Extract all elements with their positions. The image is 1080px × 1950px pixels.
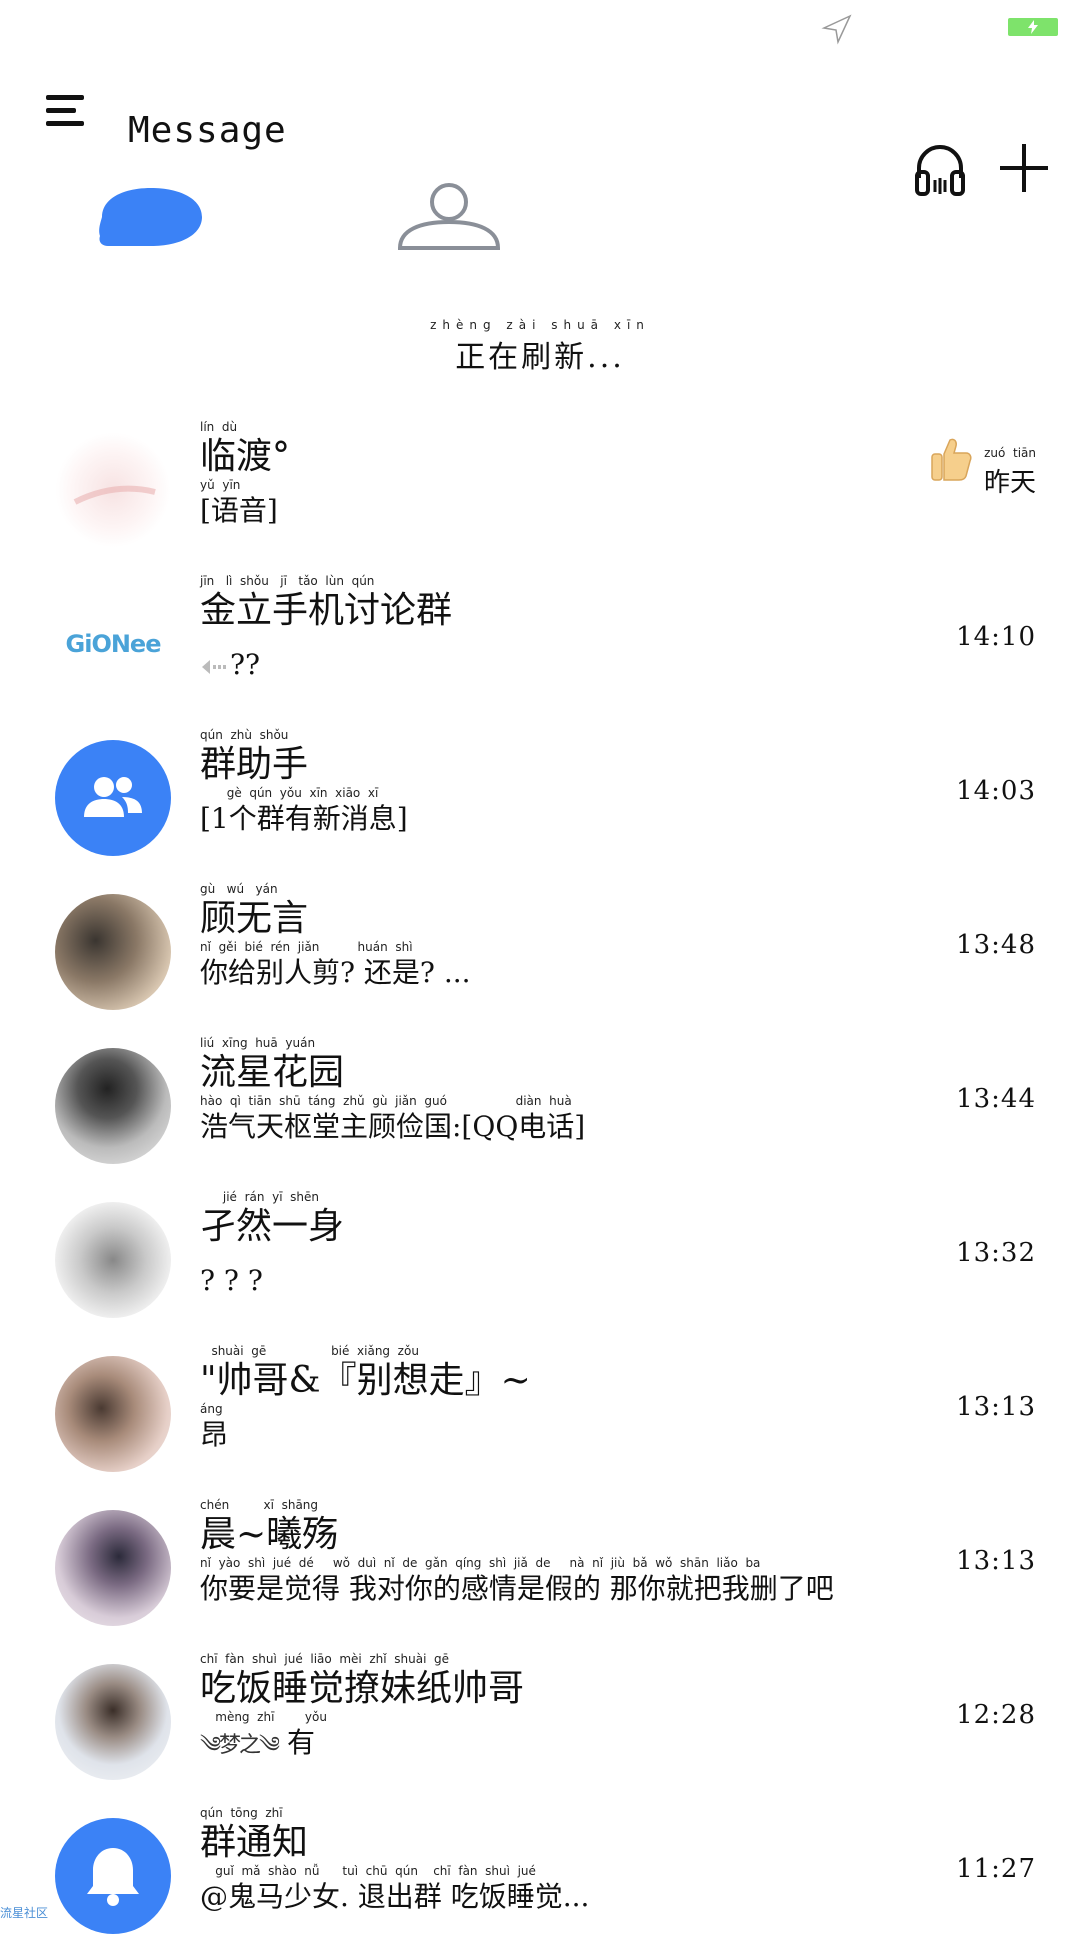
- avatar: [55, 1510, 171, 1626]
- headset-icon[interactable]: [913, 140, 967, 198]
- conversation-item[interactable]: jié rán yī shēn 孑然一身 ? ? ? 13:32: [0, 1180, 1080, 1334]
- add-icon[interactable]: [998, 142, 1050, 194]
- message-sticker-text: ༄梦之༄: [200, 1733, 280, 1758]
- avatar-logo-text: GiONee: [65, 630, 162, 658]
- message-preview: 浩气天枢堂主顾俭国:[QQ电话]: [200, 1110, 586, 1143]
- timestamp: 13:48: [956, 930, 1036, 960]
- name-pinyin: shuài gē bié xiǎng zǒu: [200, 1344, 419, 1358]
- avatar: [55, 1356, 171, 1472]
- time-pinyin: zuó tiān: [984, 446, 1036, 460]
- message-pinyin: áng: [200, 1402, 223, 1416]
- conversation-item[interactable]: chī fàn shuì jué liāo mèi zhǐ shuài gē 吃…: [0, 1642, 1080, 1796]
- contact-name: 金立手机讨论群: [200, 590, 453, 631]
- voice-wave-icon: [202, 659, 226, 674]
- timestamp: 14:03: [956, 776, 1036, 806]
- message-pinyin: nǐ gěi bié rén jiǎn huán shì: [200, 940, 413, 954]
- name-pinyin: gù wú yán: [200, 882, 278, 896]
- conversation-item[interactable]: chén xī shāng 晨~曦殇 nǐ yào shì jué dé wǒ …: [0, 1488, 1080, 1642]
- contact-name: 孑然一身: [200, 1206, 345, 1247]
- conversation-item[interactable]: qún zhù shǒu 群助手 gè qún yǒu xīn xiāo xī …: [0, 718, 1080, 872]
- message-pinyin: [200, 1248, 263, 1264]
- tab-contacts-person-icon[interactable]: [396, 182, 502, 252]
- message-preview-wrap: ༄梦之༄ 有: [200, 1726, 327, 1763]
- message-preview: @鬼马少女. 退出群 吃饭睡觉...: [200, 1880, 590, 1913]
- refresh-indicator: zhèng zài shuā xīn 正在刷新...: [0, 318, 1080, 376]
- tab-messages-chat-bubble-icon[interactable]: [96, 184, 206, 250]
- menu-icon[interactable]: [46, 95, 86, 129]
- page-title: Message: [128, 110, 287, 151]
- watermark: 流星社区: [0, 1906, 49, 1920]
- message-preview: 有: [286, 1726, 315, 1759]
- conversation-item[interactable]: GiONee jīn lì shǒu jī tǎo lùn qún 金立手机讨论…: [0, 564, 1080, 718]
- conversation-item[interactable]: gù wú yán 顾无言 nǐ gěi bié rén jiǎn huán s…: [0, 872, 1080, 1026]
- message-pinyin: [200, 632, 260, 648]
- message-preview: 你给别人剪? 还是? ...: [200, 956, 471, 989]
- avatar: [55, 894, 171, 1010]
- message-pinyin: gè qún yǒu xīn xiāo xī: [200, 786, 379, 800]
- avatar: [55, 1048, 171, 1164]
- message-pinyin: hào qì tiān shū táng zhǔ gù jiǎn guó dià…: [200, 1094, 572, 1108]
- timestamp: 11:27: [956, 1854, 1036, 1884]
- avatar: [55, 1664, 171, 1780]
- timestamp: 13:32: [956, 1238, 1036, 1268]
- name-pinyin: liú xīng huā yuán: [200, 1036, 316, 1050]
- name-pinyin: chī fàn shuì jué liāo mèi zhǐ shuài gē: [200, 1652, 450, 1666]
- avatar: [55, 1202, 171, 1318]
- timestamp: 13:44: [956, 1084, 1036, 1114]
- avatar-group-notice: [55, 1818, 171, 1934]
- message-preview: [语音]: [200, 494, 278, 527]
- name-pinyin: qún zhù shǒu: [200, 728, 289, 742]
- name-pinyin: lín dù: [200, 420, 238, 434]
- message-pinyin: guǐ mǎ shào nǚ tuì chū qún chī fàn shuì …: [200, 1864, 536, 1878]
- bell-icon: [87, 1848, 139, 1906]
- timestamp: 14:10: [956, 622, 1036, 652]
- contact-name: 晨~曦殇: [200, 1514, 339, 1555]
- contact-name: 顾无言: [200, 898, 309, 939]
- message-preview-wrap: ??: [200, 648, 260, 682]
- contact-name: 临渡°: [200, 436, 291, 477]
- name-pinyin: jié rán yī shēn: [200, 1190, 319, 1204]
- timestamp: 12:28: [956, 1700, 1036, 1730]
- message-preview: ? ? ?: [200, 1264, 263, 1297]
- message-pinyin: nǐ yào shì jué dé wǒ duì nǐ de gǎn qíng …: [200, 1556, 761, 1570]
- battery-icon: [1008, 18, 1058, 36]
- name-pinyin: jīn lì shǒu jī tǎo lùn qún: [200, 574, 375, 588]
- contact-name: 流星花园: [200, 1052, 345, 1093]
- conversation-item[interactable]: lín dù 临渡° yǔ yīn [语音] zuó tiān 昨天: [0, 410, 1080, 564]
- message-preview: 你要是觉得 我对你的感情是假的 那你就把我删了吧: [200, 1572, 834, 1605]
- name-pinyin: chén xī shāng: [200, 1498, 319, 1512]
- conversation-item[interactable]: liú xīng huā yuán 流星花园 hào qì tiān shū t…: [0, 1026, 1080, 1180]
- message-pinyin: yǔ yīn: [200, 478, 241, 492]
- conversation-item[interactable]: qún tōng zhī 群通知 guǐ mǎ shào nǚ tuì chū …: [0, 1796, 1080, 1950]
- refresh-pinyin: zhèng zài shuā xīn: [430, 318, 650, 332]
- contact-name: 群助手: [200, 744, 309, 785]
- contact-name: 吃饭睡觉撩妹纸帅哥: [200, 1668, 525, 1709]
- message-preview: [1个群有新消息]: [200, 802, 408, 835]
- contact-name: "帅哥&『别想走』~: [200, 1360, 531, 1401]
- time-text: 昨天: [983, 468, 1036, 498]
- message-pinyin: mèng zhī yǒu: [200, 1710, 327, 1724]
- message-preview: ??: [230, 648, 261, 681]
- avatar: [55, 432, 171, 548]
- conversation-item[interactable]: shuài gē bié xiǎng zǒu "帅哥&『别想走』~ áng 昂 …: [0, 1334, 1080, 1488]
- group-people-icon: [84, 777, 142, 817]
- avatar-group-assistant: [55, 740, 171, 856]
- status-bar: [0, 0, 1080, 56]
- timestamp: 13:13: [956, 1392, 1036, 1422]
- refresh-text: 正在刷新...: [455, 340, 625, 375]
- contact-name: 群通知: [200, 1822, 309, 1863]
- location-arrow-icon: [821, 14, 852, 45]
- timestamp: 13:13: [956, 1546, 1036, 1576]
- thumbs-up-icon: [931, 438, 972, 481]
- timestamp: zuó tiān 昨天: [984, 446, 1036, 499]
- avatar-gionee-logo: GiONee: [55, 586, 171, 702]
- name-pinyin: qún tōng zhī: [200, 1806, 283, 1820]
- message-preview: 昂: [200, 1418, 229, 1451]
